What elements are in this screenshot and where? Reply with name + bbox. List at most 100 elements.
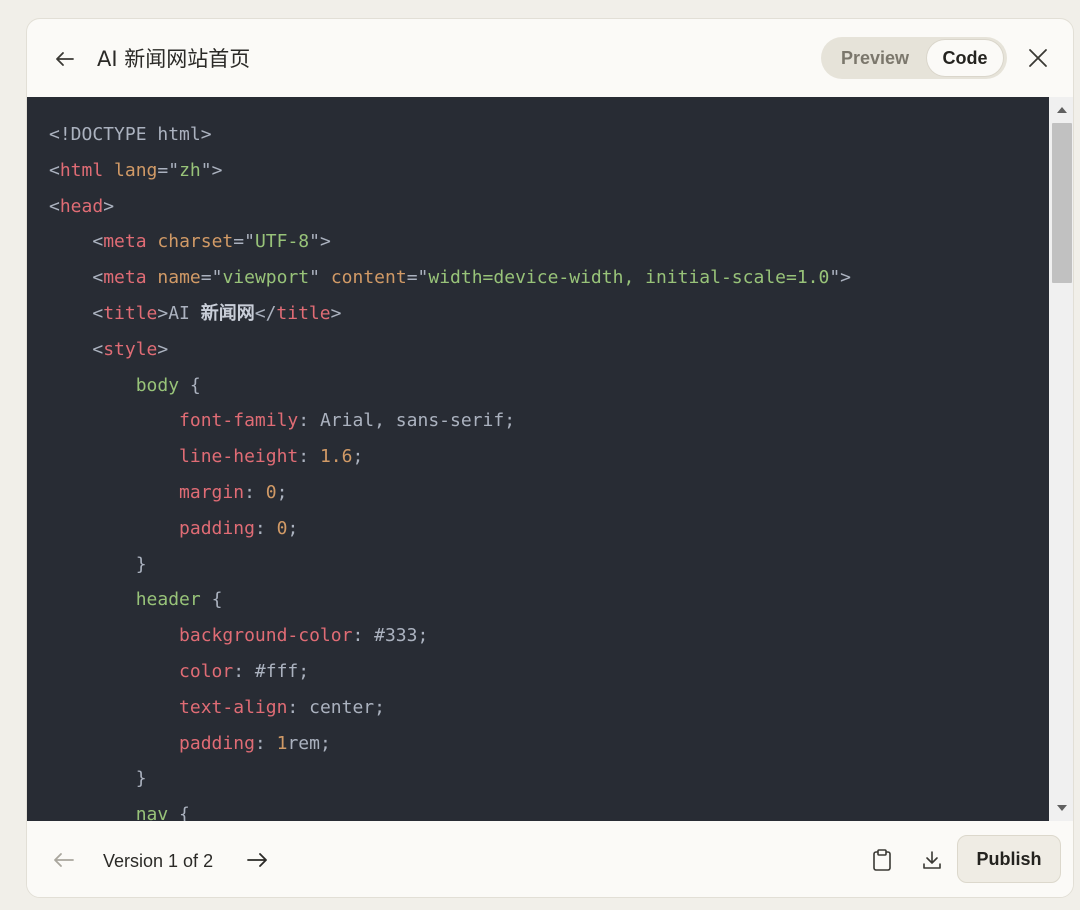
scroll-down-button[interactable] <box>1049 797 1073 819</box>
code-token: : <box>352 625 375 647</box>
tab-code[interactable]: Code <box>927 40 1003 76</box>
artifact-panel: AI 新闻网站首页 Preview Code <!DOCTYPE html> <h… <box>26 18 1074 898</box>
code-token: #fff <box>254 660 299 682</box>
code-token: < <box>49 267 104 289</box>
close-icon <box>1029 49 1047 67</box>
code-token: =" <box>233 231 255 253</box>
code-token: < <box>49 338 104 360</box>
code-token: </ <box>254 302 277 324</box>
code-line: padding: 0; <box>49 511 851 547</box>
code-token: margin <box>179 481 245 503</box>
tab-preview[interactable]: Preview <box>827 40 923 76</box>
arrow-right-icon <box>247 853 267 867</box>
code-token: header <box>135 589 201 611</box>
scroll-up-button[interactable] <box>1049 99 1073 121</box>
scroll-thumb[interactable] <box>1052 123 1072 283</box>
code-token: text-align <box>179 696 288 718</box>
publish-button[interactable]: Publish <box>957 835 1061 883</box>
code-token: > <box>157 338 169 360</box>
code-token: 1 <box>276 732 288 754</box>
code-token: title <box>103 302 158 324</box>
code-token: ; <box>417 625 429 647</box>
code-token: title <box>276 302 331 324</box>
code-token: =" <box>200 267 223 289</box>
code-token: : <box>233 660 255 682</box>
code-token: "> <box>309 231 331 253</box>
code-token: ; <box>287 517 299 539</box>
code-token: Arial, sans-serif <box>319 410 505 432</box>
code-token: =" <box>406 267 429 289</box>
code-line: <head> <box>49 189 851 225</box>
code-token: zh <box>179 159 201 181</box>
clipboard-icon <box>873 849 891 871</box>
code-token: "> <box>200 159 223 181</box>
code-token: html <box>59 159 104 181</box>
download-icon <box>923 851 941 869</box>
triangle-up-icon <box>1057 107 1067 113</box>
code-line: } <box>49 761 851 797</box>
code-token: charset <box>157 231 234 253</box>
code-token: ; <box>319 732 331 754</box>
code-line: color: #fff; <box>49 654 851 690</box>
code-token: 新闻网 <box>200 302 255 324</box>
code-token: lang <box>114 159 158 181</box>
code-line: <!DOCTYPE html> <box>49 117 851 153</box>
code-token: " <box>309 267 331 289</box>
code-token: > <box>103 195 115 217</box>
code-token: ; <box>374 696 385 718</box>
code-token: 1.6 <box>319 446 353 468</box>
code-token: : <box>298 446 320 468</box>
code-token: : <box>287 696 310 718</box>
code-token: viewport <box>222 267 310 289</box>
code-token: "> <box>829 267 852 289</box>
code-token: head <box>59 195 104 217</box>
code-line: <meta name="viewport" content="width=dev… <box>49 260 851 296</box>
code-token: } <box>49 553 147 575</box>
code-token: ; <box>298 660 310 682</box>
back-button[interactable] <box>51 45 79 73</box>
code-line: <meta charset="UTF-8"> <box>49 224 851 260</box>
code-token: <!DOCTYPE html> <box>49 124 212 145</box>
code-line: <title>AI 新闻网</title> <box>49 296 851 332</box>
code-token: name <box>157 267 201 289</box>
code-line: nav { <box>49 797 851 821</box>
code-token: 0 <box>276 517 288 539</box>
code-token: : <box>298 410 320 432</box>
close-button[interactable] <box>1025 45 1051 71</box>
code-token: content <box>330 267 407 289</box>
code-token: : <box>254 732 277 754</box>
code-token: UTF-8 <box>254 231 310 253</box>
code-token: } <box>49 768 147 790</box>
next-version-button[interactable] <box>244 847 270 873</box>
code-token: { <box>168 804 190 821</box>
code-token: ; <box>504 410 516 432</box>
version-label: Version 1 of 2 <box>103 851 214 871</box>
code-token: font-family <box>179 410 299 432</box>
triangle-down-icon <box>1057 805 1067 811</box>
code-line: background-color: #333; <box>49 618 851 654</box>
vertical-scrollbar[interactable] <box>1049 97 1073 821</box>
code-line: <style> <box>49 332 851 368</box>
code-token: 0 <box>265 481 277 503</box>
code-viewer[interactable]: <!DOCTYPE html> <html lang="zh"> <head> <m… <box>27 97 1073 821</box>
copy-button[interactable] <box>869 847 895 873</box>
view-toggle: Preview Code <box>821 37 1007 79</box>
code-token: < <box>49 231 104 253</box>
code-line: <html lang="zh"> <box>49 153 851 189</box>
code-line: text-align: center; <box>49 690 851 726</box>
code-token: line-height <box>179 446 299 468</box>
previous-version-button[interactable] <box>51 847 77 873</box>
download-button[interactable] <box>919 847 945 873</box>
page-title: AI 新闻网站首页 <box>97 47 251 71</box>
arrow-left-icon <box>56 52 74 66</box>
